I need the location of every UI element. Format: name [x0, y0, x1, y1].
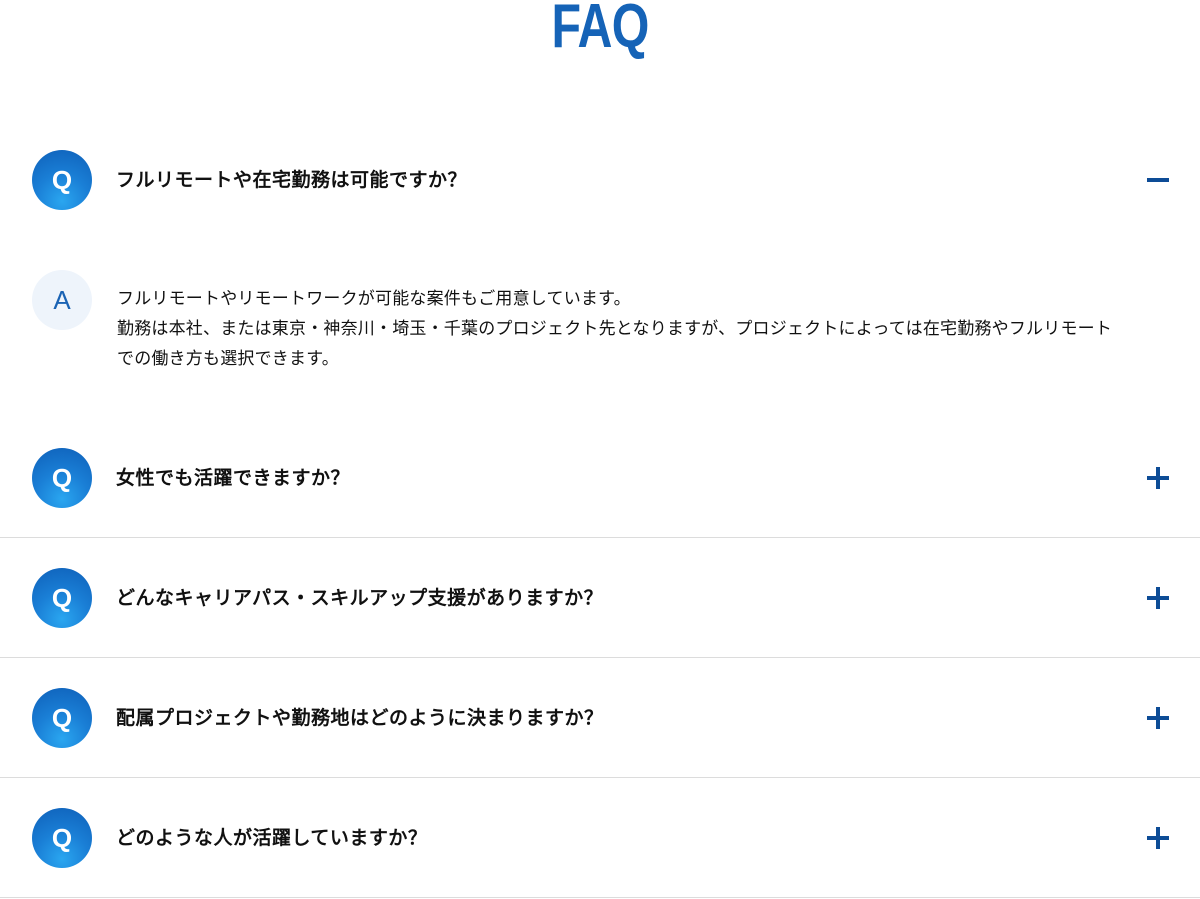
- faq-question[interactable]: どのような人が活躍していますか？: [116, 808, 427, 868]
- plus-icon[interactable]: [1147, 827, 1169, 849]
- faq-item: Q フルリモートや在宅勤務は可能ですか？ A フルリモートやリモートワークが可能…: [0, 120, 1200, 418]
- minus-icon[interactable]: [1147, 169, 1169, 191]
- faq-question[interactable]: どんなキャリアパス・スキルアップ支援がありますか？: [116, 568, 603, 628]
- plus-icon[interactable]: [1147, 587, 1169, 609]
- plus-icon[interactable]: [1147, 467, 1169, 489]
- faq-question[interactable]: 女性でも活躍できますか？: [116, 448, 350, 508]
- faq-page: FAQ Q フルリモートや在宅勤務は可能ですか？ A フルリモートやリモートワー…: [0, 0, 1200, 899]
- faq-question-toggle[interactable]: Q 女性でも活躍できますか？: [0, 448, 1200, 508]
- faq-question-toggle[interactable]: Q 配属プロジェクトや勤務地はどのように決まりますか？: [0, 688, 1200, 748]
- plus-icon-bar-v: [1156, 827, 1160, 849]
- faq-question-toggle[interactable]: Q フルリモートや在宅勤務は可能ですか？: [0, 150, 1200, 210]
- answer-line: 勤務は本社、または東京・神奈川・埼玉・千葉のプロジェクト先となりますが、プロジェ…: [117, 319, 1113, 369]
- question-badge: Q: [32, 448, 92, 508]
- faq-item: Q 配属プロジェクトや勤務地はどのように決まりますか？: [0, 658, 1200, 778]
- faq-list: Q フルリモートや在宅勤務は可能ですか？ A フルリモートやリモートワークが可能…: [0, 120, 1200, 898]
- plus-icon-bar-v: [1156, 467, 1160, 489]
- faq-answer-text: フルリモートやリモートワークが可能な案件もご用意しています。 勤務は本社、または…: [117, 284, 1117, 374]
- answer-line: フルリモートやリモートワークが可能な案件もご用意しています。: [117, 289, 631, 309]
- faq-question-toggle[interactable]: Q どのような人が活躍していますか？: [0, 808, 1200, 868]
- minus-icon-bar: [1147, 178, 1169, 182]
- plus-icon-bar-v: [1156, 587, 1160, 609]
- question-badge: Q: [32, 808, 92, 868]
- faq-item: Q どんなキャリアパス・スキルアップ支援がありますか？: [0, 538, 1200, 658]
- faq-item: Q 女性でも活躍できますか？: [0, 418, 1200, 538]
- page-title: FAQ: [551, 0, 649, 61]
- faq-item: Q どのような人が活躍していますか？: [0, 778, 1200, 898]
- question-badge: Q: [32, 688, 92, 748]
- answer-badge: A: [32, 270, 92, 330]
- faq-question[interactable]: フルリモートや在宅勤務は可能ですか？: [116, 150, 467, 210]
- question-badge: Q: [32, 568, 92, 628]
- plus-icon-bar-v: [1156, 707, 1160, 729]
- faq-question-toggle[interactable]: Q どんなキャリアパス・スキルアップ支援がありますか？: [0, 568, 1200, 628]
- question-badge: Q: [32, 150, 92, 210]
- plus-icon[interactable]: [1147, 707, 1169, 729]
- faq-question[interactable]: 配属プロジェクトや勤務地はどのように決まりますか？: [116, 688, 604, 748]
